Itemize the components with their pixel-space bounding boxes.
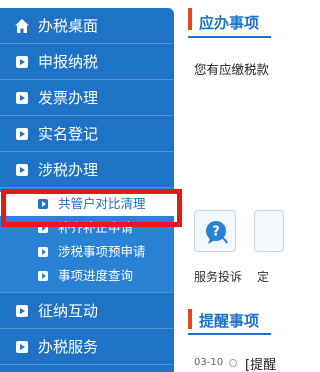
play-bullet-icon	[38, 247, 48, 257]
sidebar-item-label: 涉税办理	[38, 161, 99, 179]
play-bullet-icon	[16, 305, 28, 317]
submenu-item-label: 补齐补正申请	[58, 220, 134, 235]
section-divider	[188, 8, 271, 38]
service-button-2[interactable]	[254, 210, 284, 252]
sidebar-item-interaction[interactable]: 征纳互动	[0, 293, 174, 329]
sidebar-item-declare-pay[interactable]: 申报纳税	[0, 44, 174, 80]
todo-section-title: 应办事项	[199, 14, 260, 32]
svg-text:?: ?	[212, 225, 220, 240]
reminder-item-link[interactable]: [提醒	[245, 354, 276, 372]
sidebar-item-label: 征纳互动	[38, 302, 99, 320]
play-bullet-icon	[38, 199, 48, 209]
submenu-item-supplement-request[interactable]: 补齐补正申请	[0, 216, 174, 240]
sidebar-item-label: 实名登记	[38, 125, 99, 143]
play-bullet-icon	[16, 128, 28, 140]
section-divider	[188, 309, 271, 335]
sidebar-item-tax-desktop[interactable]: 办税桌面	[0, 8, 174, 44]
page: 办税桌面 申报纳税 发票办理 实名登记 涉税办理 共管户对比清理 补齐补正申请 …	[0, 0, 284, 372]
play-bullet-icon	[16, 341, 28, 353]
play-bullet-icon	[16, 92, 28, 104]
play-bullet-icon	[16, 164, 28, 176]
sidebar-item-label: 办税服务	[38, 338, 99, 356]
play-bullet-icon	[38, 223, 48, 233]
submenu-tax-handling: 共管户对比清理 补齐补正申请 涉税事项预申请 事项进度查询	[0, 188, 174, 293]
complaint-service-label: 服务投诉	[194, 270, 243, 284]
sidebar-item-invoice[interactable]: 发票办理	[0, 80, 174, 116]
submenu-item-pre-application[interactable]: 涉税事项预申请	[0, 240, 174, 264]
sidebar-item-tax-service[interactable]: 办税服务	[0, 329, 174, 365]
play-bullet-icon	[38, 271, 48, 281]
submenu-item-progress-query[interactable]: 事项进度查询	[0, 264, 174, 288]
submenu-item-label: 事项进度查询	[58, 268, 134, 283]
todo-message: 您有应缴税款	[194, 62, 270, 77]
sidebar-item-real-name[interactable]: 实名登记	[0, 116, 174, 152]
sidebar-nav: 办税桌面 申报纳税 发票办理 实名登记 涉税办理 共管户对比清理 补齐补正申请 …	[0, 8, 174, 372]
sidebar-item-label: 发票办理	[38, 89, 99, 107]
play-bullet-icon	[16, 56, 28, 68]
submenu-item-label: 涉税事项预申请	[58, 244, 146, 259]
reminder-section-title: 提醒事项	[199, 312, 260, 330]
complaint-icon: ?	[206, 221, 228, 244]
sidebar-item-label: 办税桌面	[38, 17, 99, 35]
complaint-service-button[interactable]: ?	[194, 210, 236, 252]
submenu-item-label: 共管户对比清理	[58, 196, 146, 211]
submenu-item-joint-account-cleanup[interactable]: 共管户对比清理	[0, 192, 174, 216]
sidebar-item-label: 申报纳税	[38, 53, 99, 71]
home-icon	[15, 19, 29, 33]
reminder-date: 03-10	[194, 357, 224, 368]
timeline-dot-icon	[229, 359, 237, 367]
service-label-2: 定	[257, 270, 270, 284]
sidebar-item-tax-handling[interactable]: 涉税办理	[0, 152, 174, 188]
